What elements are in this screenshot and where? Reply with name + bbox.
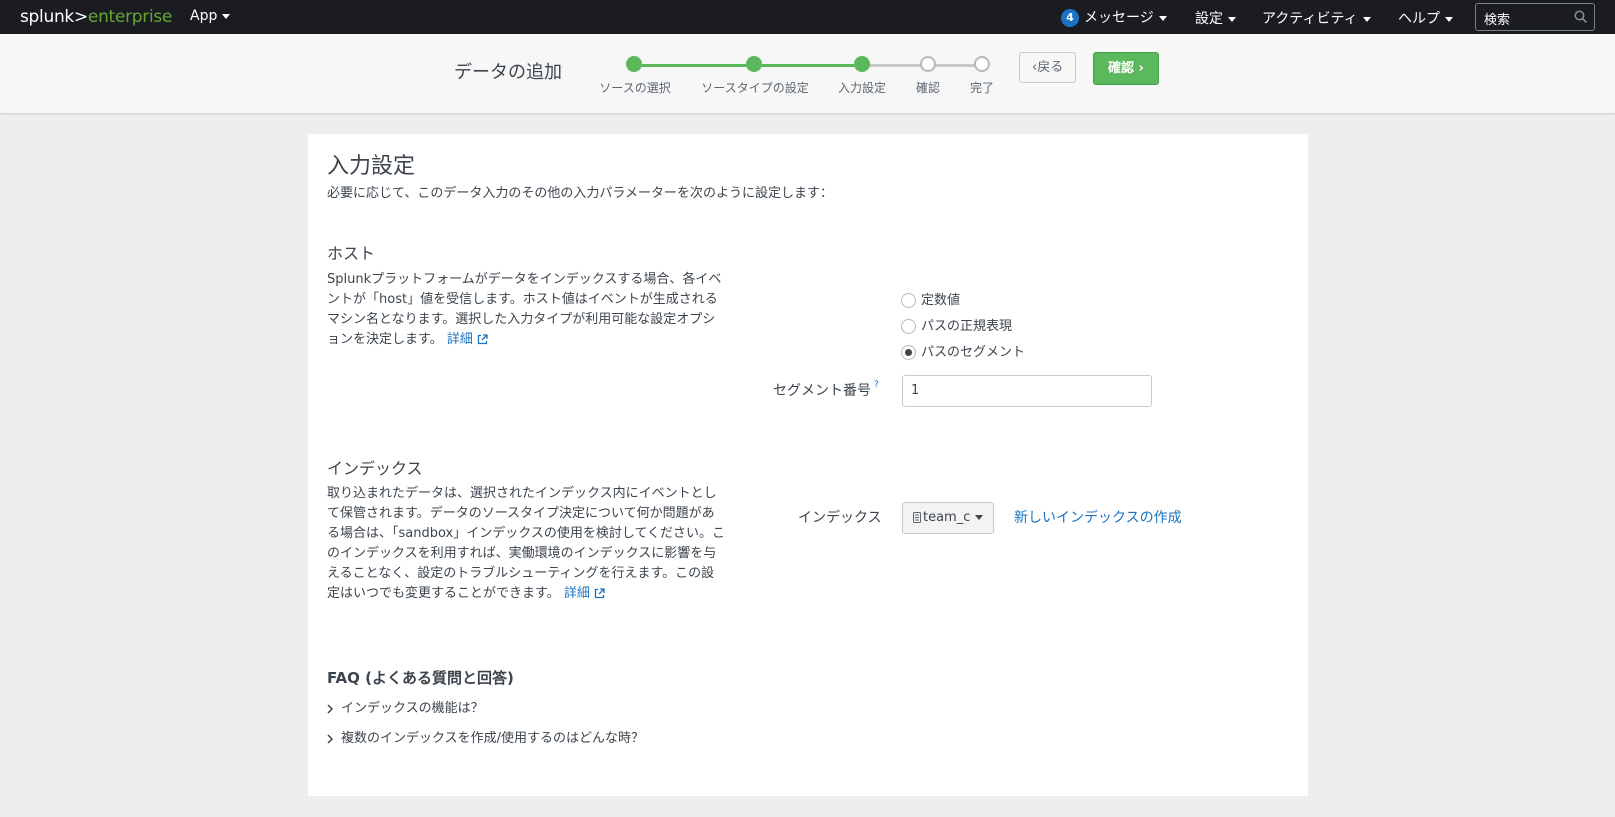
radio-button[interactable] [901, 293, 916, 308]
page-intro: 必要に応じて、このデータ入力のその他の入力パラメーターを次のように設定します： [327, 186, 833, 201]
faq-item[interactable]: インデックスの機能は？ [327, 697, 484, 716]
segment-number-label: セグメント番号? [773, 380, 879, 400]
step-connector [754, 64, 862, 67]
faq-title: FAQ (よくある質問と回答) [327, 669, 514, 687]
step-dot-sourcetype [746, 56, 762, 72]
segment-number-label-text: セグメント番号 [773, 383, 871, 399]
step-dot-review [920, 56, 936, 72]
chevron-right-icon [327, 703, 333, 714]
host-option-label: 定数値 [921, 293, 961, 308]
chevron-down-icon [1158, 15, 1167, 21]
step-label-review: 確認 [915, 81, 941, 95]
chevron-down-icon [1228, 16, 1236, 22]
step-connector [862, 64, 928, 67]
index-select-value: team_c [923, 510, 971, 525]
segment-number-input[interactable]: 1 [902, 375, 1152, 407]
host-option-label: パスの正規表現 [921, 319, 1013, 334]
splunk-logo[interactable]: splunk>enterprise [20, 7, 172, 27]
step-dot-done [974, 56, 990, 72]
page-title: 入力設定 [327, 154, 416, 179]
add-data-wizard-bar: データの追加 ソースの選択 ソースタイプの設定 入力設定 確認 完了 ‹戻る 確… [0, 34, 1615, 114]
search-icon [1574, 10, 1588, 24]
search-placeholder: 検索 [1484, 13, 1511, 28]
app-menu-label: App [190, 8, 218, 24]
host-description: Splunkプラットフォームがデータをインデックスする場合、各イベントが「hos… [327, 270, 727, 350]
database-icon [913, 512, 921, 523]
help-icon[interactable]: ? [874, 380, 879, 390]
radio-button-selected[interactable] [901, 345, 916, 360]
chevron-down-icon [222, 13, 231, 19]
index-section-title: インデックス [327, 459, 423, 478]
index-learn-more-link[interactable]: 詳細 [564, 586, 605, 601]
review-button-label: 確認 [1108, 61, 1135, 76]
external-link-icon [594, 588, 605, 599]
host-option-constant[interactable]: 定数値 [901, 289, 960, 308]
radio-button[interactable] [901, 319, 916, 334]
host-section-title: ホスト [327, 244, 376, 263]
step-label-done: 完了 [969, 81, 995, 95]
step-label-source: ソースの選択 [599, 81, 671, 95]
help-menu-label: ヘルプ [1398, 11, 1440, 27]
back-button[interactable]: ‹戻る [1019, 52, 1077, 83]
wizard-title: データの追加 [454, 62, 562, 83]
external-link-icon [477, 334, 488, 345]
input-settings-panel: 入力設定 必要に応じて、このデータ入力のその他の入力パラメーターを次のように設定… [308, 134, 1308, 796]
chevron-right-icon: › [1134, 61, 1144, 76]
chevron-down-icon [1362, 16, 1371, 22]
host-option-regex[interactable]: パスの正規表現 [901, 315, 1012, 334]
step-dot-source [626, 56, 642, 72]
top-navbar: splunk>enterprise App 4 メッセージ 設定 アクティビティ … [0, 0, 1615, 34]
activity-menu-label: アクティビティ [1262, 11, 1358, 27]
chevron-right-icon [327, 733, 333, 744]
step-dot-input-settings [854, 56, 870, 72]
chevron-down-icon [975, 515, 984, 520]
logo-text-splunk: splunk> [20, 7, 88, 27]
faq-item-label: 複数のインデックスを作成/使用するのはどんな時？ [341, 731, 644, 746]
messages-menu[interactable]: 4 メッセージ [1061, 7, 1167, 27]
back-button-label: 戻る [1037, 60, 1064, 75]
host-learn-more-link[interactable]: 詳細 [447, 332, 488, 347]
faq-item-label: インデックスの機能は？ [341, 701, 484, 716]
settings-menu[interactable]: 設定 [1195, 8, 1236, 28]
search-input[interactable]: 検索 [1475, 3, 1595, 31]
messages-count-badge: 4 [1061, 9, 1079, 27]
index-description: 取り込まれたデータは、選択されたインデックス内にイベントとして保管されます。デー… [327, 484, 727, 604]
host-description-text: Splunkプラットフォームがデータをインデックスする場合、各イベントが「hos… [327, 272, 722, 347]
review-next-button[interactable]: 確認 › [1093, 52, 1159, 85]
logo-text-enterprise: enterprise [87, 7, 173, 27]
step-label-sourcetype: ソースタイプの設定 [701, 81, 809, 95]
faq-item[interactable]: 複数のインデックスを作成/使用するのはどんな時？ [327, 727, 644, 746]
host-option-label: パスのセグメント [921, 345, 1026, 360]
create-new-index-link[interactable]: 新しいインデックスの作成 [1014, 507, 1182, 527]
index-select[interactable]: team_c [902, 502, 995, 534]
chevron-down-icon [1445, 16, 1453, 22]
index-description-text: 取り込まれたデータは、選択されたインデックス内にイベントとして保管されます。デー… [327, 486, 726, 601]
settings-menu-label: 設定 [1195, 11, 1223, 27]
activity-menu[interactable]: アクティビティ [1262, 8, 1371, 28]
step-label-input-settings: 入力設定 [837, 81, 887, 95]
step-connector [634, 64, 754, 67]
host-option-segment[interactable]: パスのセグメント [901, 341, 1025, 360]
app-menu[interactable]: App [190, 8, 231, 24]
index-learn-more-label: 詳細 [563, 586, 590, 601]
help-menu[interactable]: ヘルプ [1398, 8, 1453, 28]
index-field-label: インデックス [798, 510, 882, 526]
messages-menu-label: メッセージ [1084, 10, 1154, 26]
host-learn-more-label: 詳細 [446, 332, 473, 347]
